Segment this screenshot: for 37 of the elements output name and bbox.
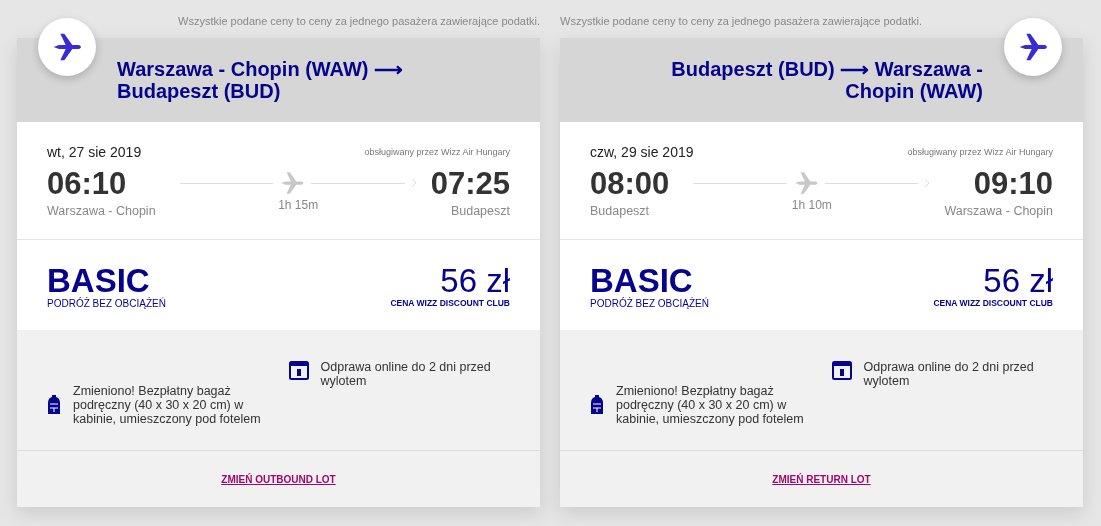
price: 56 zł (982, 264, 1053, 298)
departure-city: Warszawa - Chopin (47, 204, 156, 218)
fare-subtitle: PODRÓŻ BEZ OBCIĄŻEŃ (47, 298, 166, 309)
flight-date: wt, 27 sie 2019 (47, 144, 142, 160)
arrival-city: Budapeszt (449, 204, 510, 218)
flight-duration: 1h 10m (791, 198, 832, 212)
feature-text: Odprawa online do 2 dni przed wylotem (863, 360, 1035, 388)
backpack-icon (590, 395, 604, 415)
arrival-city: Warszawa - Chopin (944, 204, 1053, 218)
price-note: Wszystkie podane ceny to ceny za jednego pasażera zawierające podatki. (177, 14, 540, 29)
plane-icon (279, 170, 306, 196)
feature-text: Zmieniono! Bezpłatny bagaż podręczny (40 x 30 x 20 cm) w kabinie, umieszczony pod fotelem (73, 384, 262, 426)
feature-text: Odprawa online do 2 dni przed wylotem (320, 360, 492, 388)
fare-name: BASIC (590, 264, 693, 298)
arrival-time: 09:10 (972, 166, 1053, 202)
departure-time: 06:10 (47, 166, 128, 202)
fare-subtitle: PODRÓŻ BEZ OBCIĄŻEŃ (590, 298, 709, 309)
feature-text: Zmieniono! Bezpłatny bagaż podręczny (40 x 30 x 20 cm) w kabinie, umieszczony pod fotelem (616, 384, 805, 426)
flight-duration: 1h 15m (278, 198, 319, 212)
price: 56 zł (439, 264, 510, 298)
flight-date: czw, 29 sie 2019 (590, 144, 694, 160)
change-flight-link[interactable]: ZMIEŃ RETURN LOT (772, 473, 871, 485)
change-flight-link[interactable]: ZMIEŃ OUTBOUND LOT (221, 473, 336, 485)
departure-city: Budapeszt (590, 204, 651, 218)
fare-name: BASIC (47, 264, 150, 298)
calendar-icon (288, 360, 309, 380)
route-title: Warszawa - Chopin (WAW) ⟶ Budapeszt (BUD) (117, 58, 405, 102)
calendar-icon (831, 360, 852, 380)
departure-time: 08:00 (590, 166, 670, 202)
price-label: CENA WIZZ DISCOUNT CLUB (390, 298, 510, 308)
route-title: Budapeszt (BUD) ⟶ Warszawa - Chopin (WAW) (670, 58, 983, 102)
price-label: CENA WIZZ DISCOUNT CLUB (933, 298, 1053, 308)
operator-label: obsługiwany przez Wizz Air Hungary (907, 147, 1053, 157)
backpack-icon (47, 395, 61, 415)
arrival-time: 07:25 (430, 166, 510, 202)
operator-label: obsługiwany przez Wizz Air Hungary (364, 147, 510, 157)
price-note: Wszystkie podane ceny to ceny za jednego pasażera zawierające podatki. (560, 14, 923, 29)
